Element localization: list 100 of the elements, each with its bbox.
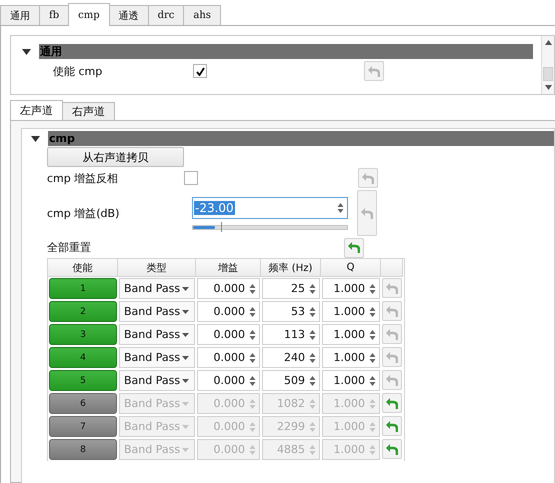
spin-arrows-icon	[369, 444, 376, 456]
spin-arrows-icon	[369, 398, 376, 410]
undo-icon	[386, 328, 398, 340]
spin-arrows-icon	[309, 420, 316, 432]
reset-button[interactable]	[364, 61, 384, 81]
dropdown-caret-icon	[182, 424, 189, 428]
spin-arrows-icon	[309, 398, 316, 410]
undo-icon	[386, 442, 398, 456]
spin-arrows-icon	[309, 282, 316, 294]
type-dropdown[interactable]: Band Pass	[119, 370, 195, 391]
spin-arrows-icon	[309, 444, 316, 456]
scroll-up-icon	[544, 40, 552, 45]
undo-icon	[386, 350, 398, 364]
dropdown-caret-icon	[182, 378, 189, 382]
tab[interactable]: drc	[148, 5, 184, 25]
scrollbar[interactable]	[541, 36, 554, 94]
number-field[interactable]: 0.000	[197, 324, 260, 345]
undo-icon	[386, 304, 398, 318]
spin-arrows-icon	[249, 306, 256, 318]
undo-icon	[386, 420, 398, 432]
setting-label: 全部重置	[47, 240, 92, 255]
band-toggle-button[interactable]: 8	[49, 439, 117, 460]
tab[interactable]: 左声道	[10, 100, 63, 120]
column-header: 频率 (Hz)	[261, 259, 321, 277]
scroll-down-icon	[544, 85, 552, 90]
spin-arrows-icon	[369, 328, 376, 340]
spin-arrows-icon	[249, 352, 256, 364]
number-field[interactable]: 1.000	[322, 370, 380, 391]
tab[interactable]: cmp	[68, 3, 110, 26]
column-header: Q	[321, 259, 381, 277]
spin-arrows-icon	[249, 328, 256, 340]
tab[interactable]: ahs	[183, 5, 221, 25]
reset-button[interactable]	[344, 238, 364, 258]
reset-button[interactable]	[382, 416, 402, 436]
reset-button[interactable]	[357, 190, 377, 236]
group-header[interactable]: cmp	[48, 131, 554, 146]
number-field[interactable]: 0.000	[197, 347, 260, 368]
tab[interactable]: 通用	[0, 5, 40, 25]
reset-button[interactable]	[382, 301, 402, 321]
number-field[interactable]: 113	[262, 324, 320, 345]
reset-button[interactable]	[382, 278, 402, 298]
setting-label: 使能 cmp	[53, 64, 104, 78]
band-toggle-button[interactable]: 6	[49, 393, 117, 414]
reset-button[interactable]	[382, 370, 402, 390]
setting-label: cmp 增益(dB)	[47, 206, 120, 220]
number-field[interactable]: 0.000	[197, 370, 260, 391]
spin-arrows-icon	[309, 374, 316, 386]
type-dropdown[interactable]: Band Pass	[119, 301, 195, 322]
checkmark-icon	[196, 66, 204, 76]
spin-arrows-icon	[369, 306, 376, 318]
copy-button[interactable]: 从右声道拷贝	[47, 147, 184, 167]
spin-arrows-icon	[309, 328, 316, 340]
number-field[interactable]: 1.000	[322, 347, 380, 368]
type-dropdown[interactable]: Band Pass	[119, 278, 195, 299]
spin-arrows-icon	[309, 306, 316, 318]
dropdown-caret-icon	[182, 356, 189, 360]
number-field[interactable]: 1.000	[322, 278, 380, 299]
spin-arrows-icon	[309, 352, 316, 364]
undo-icon	[386, 282, 398, 294]
spin-arrows-icon	[369, 374, 376, 386]
group-header[interactable]: 通用	[39, 44, 533, 59]
dropdown-caret-icon	[182, 402, 189, 406]
number-field[interactable]: 509	[262, 370, 320, 391]
number-field[interactable]: 0.000	[197, 301, 260, 322]
reset-button[interactable]	[382, 347, 402, 367]
spin-arrows-icon	[369, 352, 376, 364]
number-field[interactable]: 1.000	[322, 324, 380, 345]
band-toggle-button[interactable]: 4	[49, 347, 117, 368]
spin-arrows-icon	[369, 420, 376, 432]
number-field[interactable]: 25	[262, 278, 320, 299]
undo-icon	[386, 396, 398, 410]
undo-icon	[386, 374, 398, 386]
number-field[interactable]: 240	[262, 347, 320, 368]
undo-icon	[348, 241, 360, 254]
type-dropdown[interactable]: Band Pass	[119, 324, 195, 345]
slider[interactable]	[192, 224, 348, 230]
undo-icon	[361, 206, 373, 220]
band-toggle-button[interactable]: 1	[49, 278, 117, 299]
number-field[interactable]: 53	[262, 301, 320, 322]
checkbox[interactable]	[184, 171, 198, 185]
tab[interactable]: 右声道	[62, 102, 115, 120]
type-dropdown[interactable]: Band Pass	[119, 347, 195, 368]
spin-arrows-icon	[249, 282, 256, 294]
number-field[interactable]: 0.000	[197, 278, 260, 299]
band-toggle-button[interactable]: 5	[49, 370, 117, 391]
reset-button[interactable]	[382, 393, 402, 413]
number-field[interactable]: 1.000	[322, 301, 380, 322]
band-toggle-button[interactable]: 3	[49, 324, 117, 345]
checkbox[interactable]	[193, 64, 207, 78]
column-header: 使能	[48, 259, 118, 277]
dropdown-caret-icon	[182, 310, 189, 314]
reset-button[interactable]	[358, 168, 378, 188]
reset-button[interactable]	[382, 439, 402, 459]
reset-button[interactable]	[382, 324, 402, 344]
band-toggle-button[interactable]: 7	[49, 416, 117, 437]
column-header: 增益	[196, 259, 261, 277]
number-field[interactable]: -23.00	[192, 196, 348, 218]
tab[interactable]: fb	[39, 5, 70, 25]
tab[interactable]: 通透	[108, 5, 149, 25]
band-toggle-button[interactable]: 2	[49, 301, 117, 322]
